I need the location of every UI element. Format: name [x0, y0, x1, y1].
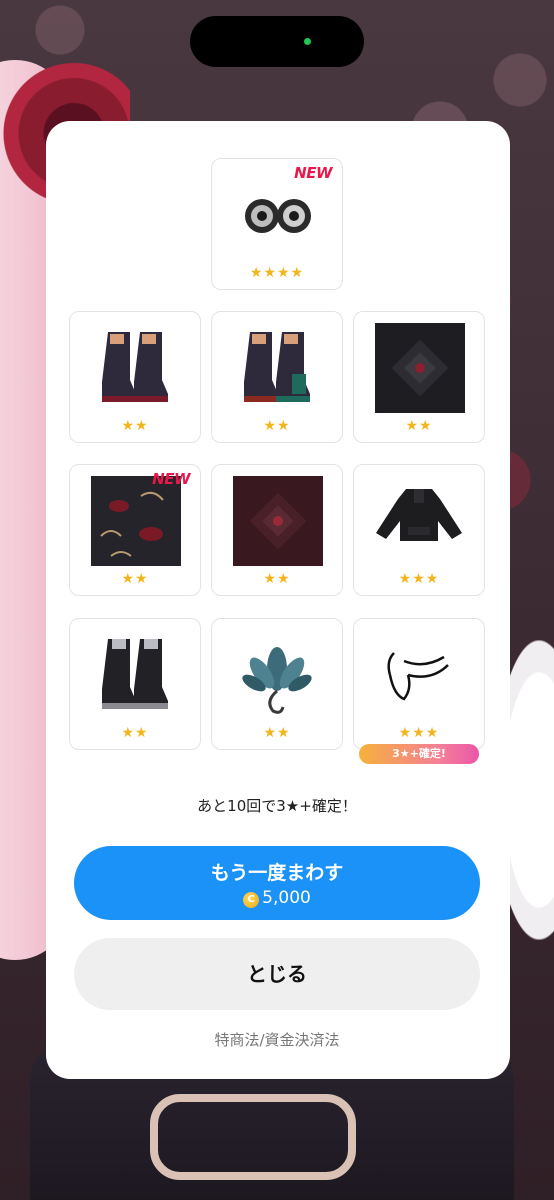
flower-ornament-icon [242, 647, 312, 714]
item-card-black-jacket[interactable]: ★★★ [353, 464, 485, 596]
rarity-stars: ★★★★ [249, 265, 305, 281]
rarity-stars: ★★ [121, 418, 149, 434]
spin-again-price: C 5,000 [74, 888, 480, 908]
item-card-blue-flower[interactable]: ★★ [211, 618, 343, 750]
guaranteed-badge: 3★+確定! [359, 744, 479, 764]
lotus-fabric-icon [91, 476, 181, 566]
rarity-stars: ★★ [405, 418, 433, 434]
item-card-boots-red[interactable]: ★★ [69, 311, 201, 443]
glasses-icon [387, 652, 449, 701]
rarity-stars: ★★★ [398, 571, 440, 587]
coin-icon: C [243, 892, 260, 908]
legal-notice-link[interactable]: 特商法/資金決済法 [0, 1029, 554, 1050]
boots-icon [102, 332, 168, 402]
rarity-stars: ★★ [263, 725, 291, 741]
dress-knot-ornament [150, 1094, 356, 1180]
dark-pattern-tile-icon [375, 323, 465, 413]
rarity-stars: ★★ [263, 418, 291, 434]
item-card-red-tile[interactable]: ★★ [211, 464, 343, 596]
remaining-pulls-text: あと10回で3★+確定！ [197, 797, 357, 815]
item-card-glasses[interactable]: ★★★ [353, 618, 485, 750]
item-card-lotus-fabric[interactable]: NEW ★★ [69, 464, 201, 596]
jacket-icon [376, 489, 462, 541]
item-card-earrings[interactable]: NEW ★★★★ [211, 158, 343, 290]
item-card-dark-tile[interactable]: ★★ [353, 311, 485, 443]
earrings-icon [245, 199, 311, 233]
red-pattern-tile-icon [233, 476, 323, 566]
camera-indicator-dot [304, 38, 311, 45]
item-card-gray-boots[interactable]: ★★ [69, 618, 201, 750]
close-button[interactable]: とじる [74, 938, 480, 1010]
boots-icon [244, 332, 310, 402]
dynamic-island [190, 16, 364, 67]
boots-icon [102, 639, 168, 709]
spin-again-button[interactable]: もう一度まわす C 5,000 [74, 846, 480, 920]
rarity-stars: ★★ [121, 725, 149, 741]
spin-again-label: もう一度まわす [210, 862, 344, 884]
rarity-stars: ★★ [263, 571, 291, 587]
rarity-stars: ★★ [121, 571, 149, 587]
item-card-boots-green[interactable]: ★★ [211, 311, 343, 443]
rarity-stars: ★★★ [398, 725, 440, 741]
price-value: 5,000 [262, 888, 311, 908]
new-label: NEW [152, 470, 190, 488]
